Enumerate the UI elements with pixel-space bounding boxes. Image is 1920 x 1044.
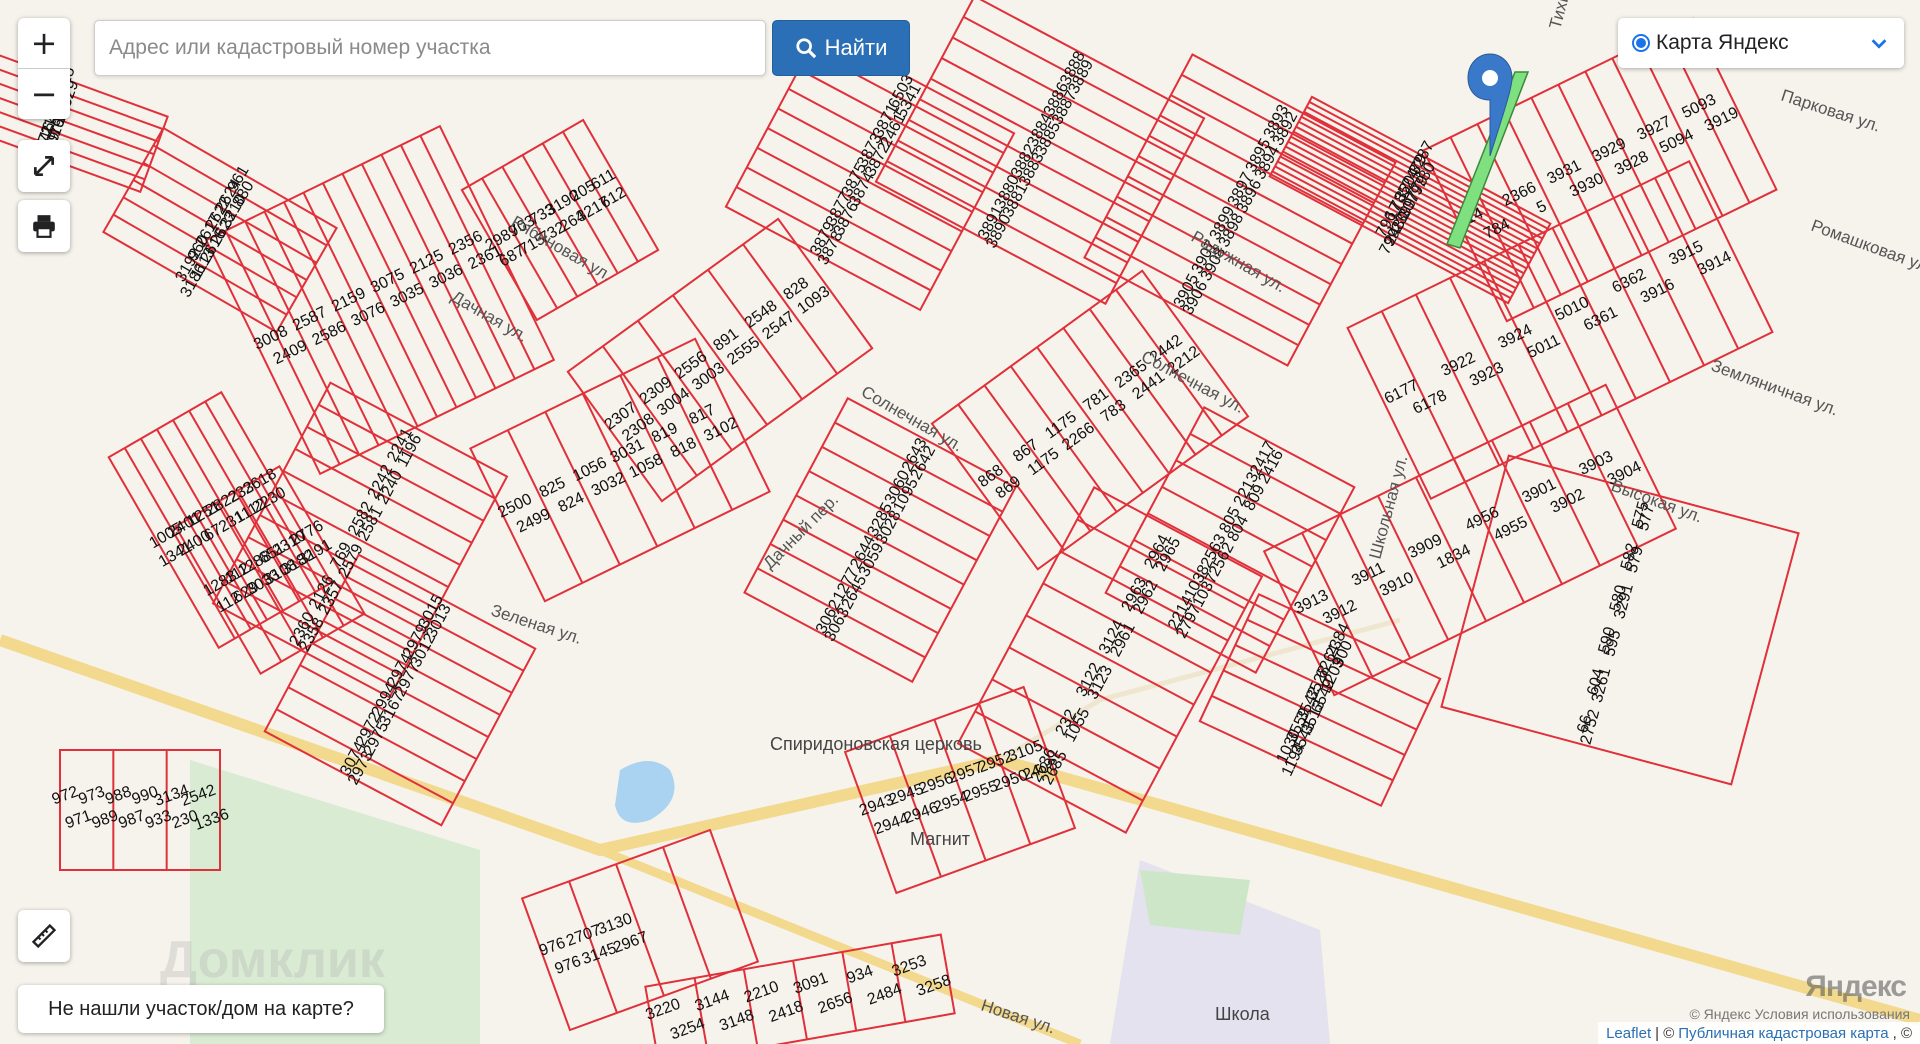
ruler-icon [31, 923, 57, 949]
domclick-watermark: Домклик [160, 931, 385, 989]
find-button-label: Найти [824, 35, 888, 60]
yandex-logo: Яндекс [1805, 970, 1907, 1003]
search-icon [795, 38, 816, 59]
find-button[interactable]: Найти [772, 20, 910, 76]
poi-label: Школа [1215, 1004, 1271, 1024]
print-button[interactable] [18, 200, 70, 252]
zoom-control: + − [18, 18, 70, 119]
yandex-copyright[interactable]: © Яндекс Условия использования [1689, 1006, 1910, 1022]
radio-selected-icon [1632, 34, 1650, 52]
fullscreen-button[interactable] [18, 140, 70, 192]
zoom-in-button[interactable]: + [18, 18, 70, 69]
search-input[interactable] [95, 21, 765, 75]
measure-button[interactable] [18, 910, 70, 962]
layer-select-value: Карта Яндекс [1656, 31, 1789, 54]
not-found-button[interactable]: Не нашли участок/дом на карте? [18, 985, 384, 1033]
cadastral-map[interactable]: 7967991724807852399320430792479779328778… [0, 0, 1920, 1044]
poi-label: Спиридоновская церковь [770, 734, 982, 754]
zoom-out-button[interactable]: − [18, 69, 70, 119]
printer-icon [33, 215, 55, 238]
search-box [94, 20, 766, 76]
attribution-separator: | © [1655, 1024, 1675, 1042]
school-green [1140, 870, 1250, 935]
base-layer-select[interactable]: Карта Яндекс [1618, 18, 1904, 68]
chevron-down-icon [1871, 39, 1887, 49]
pkk-link[interactable]: Публичная кадастровая карта [1678, 1025, 1888, 1042]
poi-label: Магнит [910, 829, 970, 849]
leaflet-link[interactable]: Leaflet [1606, 1025, 1651, 1042]
map-attribution: Leaflet | © Публичная кадастровая карта … [1598, 1022, 1920, 1044]
attribution-suffix: , © [1892, 1024, 1912, 1042]
expand-icon [33, 155, 55, 177]
